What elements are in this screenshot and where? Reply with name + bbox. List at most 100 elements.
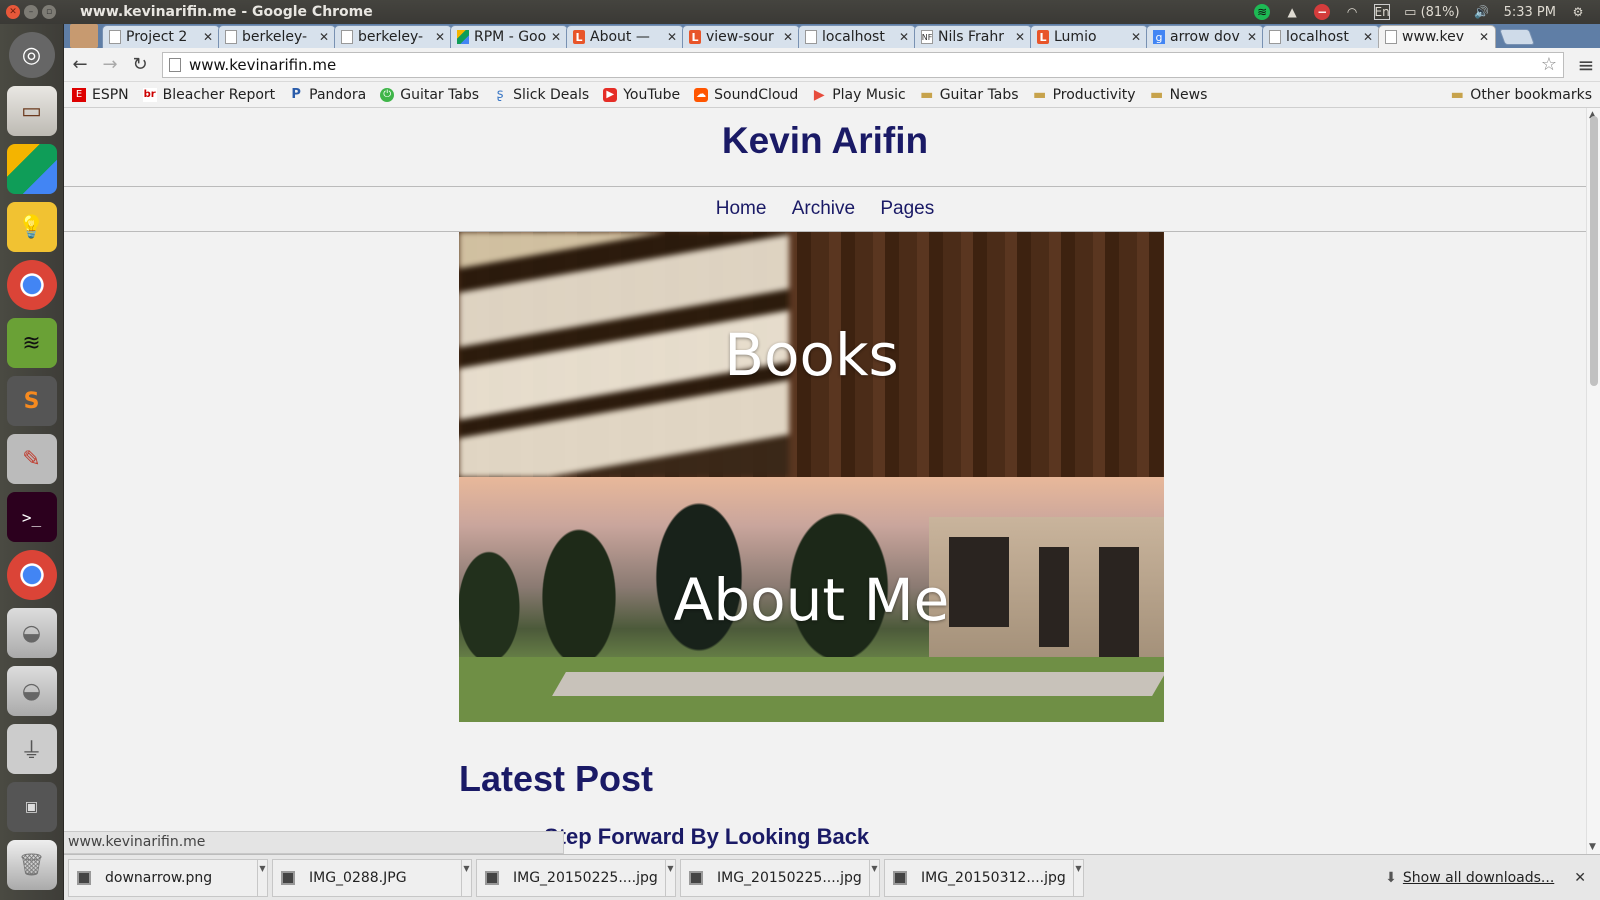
close-tab-icon[interactable]: ✕ bbox=[1479, 30, 1489, 44]
browser-tab[interactable]: berkeley- ✕ bbox=[218, 25, 336, 48]
chrome-icon[interactable] bbox=[6, 260, 57, 310]
bookmark-guitar-tabs[interactable]: ⏻ Guitar Tabs bbox=[380, 87, 479, 103]
keyboard-language-indicator[interactable]: En bbox=[1374, 4, 1391, 20]
clock[interactable]: 5:33 PM bbox=[1504, 5, 1556, 20]
google-drive-icon[interactable] bbox=[6, 144, 57, 194]
close-tab-icon[interactable]: ✕ bbox=[899, 30, 909, 44]
usb-drive-icon[interactable]: ⏚ bbox=[6, 724, 57, 774]
browser-tab[interactable]: L About — ✕ bbox=[566, 25, 684, 48]
maximize-window-button[interactable]: ▫ bbox=[42, 5, 56, 19]
address-bar[interactable]: www.kevinarifin.me ☆ bbox=[162, 51, 1564, 78]
books-panel-label: Books bbox=[724, 320, 899, 389]
close-tab-icon[interactable]: ✕ bbox=[551, 30, 561, 44]
download-item[interactable]: downarrow.png ▼ bbox=[68, 858, 268, 897]
close-tab-icon[interactable]: ✕ bbox=[1247, 30, 1257, 44]
browser-tab[interactable]: berkeley- ✕ bbox=[334, 25, 452, 48]
bookmark-folder-news[interactable]: ▬ News bbox=[1150, 87, 1207, 103]
browser-tab[interactable]: RPM - Goo ✕ bbox=[450, 25, 568, 48]
minimize-window-button[interactable]: – bbox=[24, 5, 38, 19]
close-tab-icon[interactable]: ✕ bbox=[783, 30, 793, 44]
bookmark-folder-guitar-tabs[interactable]: ▬ Guitar Tabs bbox=[920, 87, 1019, 103]
close-tab-icon[interactable]: ✕ bbox=[1363, 30, 1373, 44]
bookmark-slick-deals[interactable]: ʂ Slick Deals bbox=[493, 87, 589, 103]
show-all-downloads-link[interactable]: Show all downloads... bbox=[1403, 870, 1554, 886]
show-all-downloads[interactable]: ⬇ Show all downloads... bbox=[1385, 870, 1554, 886]
bookmark-play-music[interactable]: ▶ Play Music bbox=[812, 87, 906, 103]
close-download-shelf-icon[interactable]: ✕ bbox=[1574, 870, 1586, 886]
close-tab-icon[interactable]: ✕ bbox=[203, 30, 213, 44]
back-arrow-icon[interactable]: ← bbox=[66, 51, 94, 79]
profile-avatar[interactable] bbox=[70, 24, 98, 48]
sublime-text-icon[interactable]: S bbox=[6, 376, 57, 426]
close-tab-icon[interactable]: ✕ bbox=[667, 30, 677, 44]
lightbulb-icon[interactable]: 💡 bbox=[6, 202, 57, 252]
about-me-panel-link[interactable]: About Me bbox=[459, 477, 1164, 722]
no-entry-tray-icon[interactable]: − bbox=[1314, 4, 1331, 20]
nav-home-link[interactable]: Home bbox=[716, 198, 767, 219]
nav-archive-link[interactable]: Archive bbox=[792, 198, 855, 219]
bookmark-espn[interactable]: E ESPN bbox=[72, 87, 129, 103]
bookmark-pandora[interactable]: P Pandora bbox=[289, 87, 366, 103]
browser-tab[interactable]: L Lumio ✕ bbox=[1030, 25, 1148, 48]
lumio-icon: L bbox=[1037, 30, 1049, 44]
download-menu-chevron-icon[interactable]: ▼ bbox=[665, 859, 675, 896]
download-item[interactable]: IMG_20150225....jpg ▼ bbox=[476, 858, 676, 897]
bookmark-youtube[interactable]: ▶ YouTube bbox=[603, 87, 680, 103]
system-tools-icon[interactable]: ✎ bbox=[6, 434, 57, 484]
other-bookmarks[interactable]: ▬ Other bookmarks bbox=[1450, 87, 1592, 103]
scrollbar-thumb[interactable] bbox=[1590, 116, 1598, 386]
page-scrollbar[interactable]: ▲ ▼ bbox=[1586, 108, 1600, 854]
disk-drive-icon[interactable]: ◒ bbox=[6, 608, 57, 658]
site-title[interactable]: Kevin Arifin bbox=[64, 120, 1586, 162]
new-tab-button[interactable] bbox=[1499, 29, 1535, 45]
disk-drive-icon-2[interactable]: ◒ bbox=[6, 666, 57, 716]
chrome-menu-icon[interactable]: ≡ bbox=[1572, 53, 1600, 77]
workspace-switcher-icon[interactable]: ▣ bbox=[6, 782, 57, 832]
spotify-tray-icon[interactable]: ≋ bbox=[1254, 4, 1271, 20]
close-tab-icon[interactable]: ✕ bbox=[435, 30, 445, 44]
address-url[interactable]: www.kevinarifin.me bbox=[189, 56, 1541, 74]
close-tab-icon[interactable]: ✕ bbox=[319, 30, 329, 44]
browser-tab[interactable]: g arrow dov ✕ bbox=[1146, 25, 1264, 48]
download-item[interactable]: IMG_0288.JPG ▼ bbox=[272, 858, 472, 897]
campus-path-photo bbox=[552, 672, 1164, 696]
browser-tab[interactable]: localhost ✕ bbox=[1262, 25, 1380, 48]
volume-icon[interactable]: 🔊 bbox=[1474, 4, 1490, 20]
download-item[interactable]: IMG_20150312....jpg ▼ bbox=[884, 858, 1084, 897]
books-panel-link[interactable]: Books bbox=[459, 232, 1164, 477]
browser-tab[interactable]: NF Nils Frahr ✕ bbox=[914, 25, 1032, 48]
bookmark-folder-productivity[interactable]: ▬ Productivity bbox=[1033, 87, 1136, 103]
battery-indicator[interactable]: ▭ (81%) bbox=[1404, 5, 1459, 20]
latest-post-title-link[interactable]: Step Forward By Looking Back bbox=[544, 824, 869, 850]
drive-icon bbox=[457, 30, 469, 44]
browser-tab[interactable]: Project 2 ✕ bbox=[102, 25, 220, 48]
spotify-icon[interactable]: ≋ bbox=[6, 318, 57, 368]
browser-tab[interactable]: localhost ✕ bbox=[798, 25, 916, 48]
close-window-button[interactable]: ✕ bbox=[6, 5, 20, 19]
download-menu-chevron-icon[interactable]: ▼ bbox=[869, 859, 879, 896]
reload-icon[interactable]: ↻ bbox=[126, 51, 154, 79]
trash-icon[interactable]: 🗑 bbox=[6, 840, 57, 890]
bookmark-star-icon[interactable]: ☆ bbox=[1541, 54, 1557, 75]
wifi-icon[interactable]: ◠ bbox=[1344, 4, 1360, 20]
settings-gear-icon[interactable]: ⚙ bbox=[1570, 4, 1586, 20]
terminal-icon[interactable]: >_ bbox=[6, 492, 57, 542]
download-menu-chevron-icon[interactable]: ▼ bbox=[461, 859, 471, 896]
bookmark-soundcloud[interactable]: ☁ SoundCloud bbox=[694, 87, 798, 103]
browser-tab[interactable]: Lview-sour ✕ bbox=[682, 25, 800, 48]
bookmark-bleacher-report[interactable]: br Bleacher Report bbox=[142, 87, 275, 103]
download-item[interactable]: IMG_20150225....jpg ▼ bbox=[680, 858, 880, 897]
forward-arrow-icon[interactable]: → bbox=[96, 51, 124, 79]
close-tab-icon[interactable]: ✕ bbox=[1131, 30, 1141, 44]
browser-tab[interactable]: www.kev ✕ bbox=[1378, 25, 1496, 48]
tab-label: About — bbox=[590, 29, 650, 45]
download-menu-chevron-icon[interactable]: ▼ bbox=[257, 859, 267, 896]
nav-pages-link[interactable]: Pages bbox=[880, 198, 934, 219]
ubuntu-dash-icon[interactable]: ◎ bbox=[8, 32, 55, 78]
scroll-down-arrow-icon[interactable]: ▼ bbox=[1589, 842, 1596, 852]
chrome-icon-2[interactable] bbox=[6, 550, 57, 600]
drive-tray-icon[interactable]: ▲ bbox=[1284, 4, 1300, 20]
close-tab-icon[interactable]: ✕ bbox=[1015, 30, 1025, 44]
files-icon[interactable]: ▭ bbox=[6, 86, 57, 136]
download-menu-chevron-icon[interactable]: ▼ bbox=[1073, 859, 1083, 896]
